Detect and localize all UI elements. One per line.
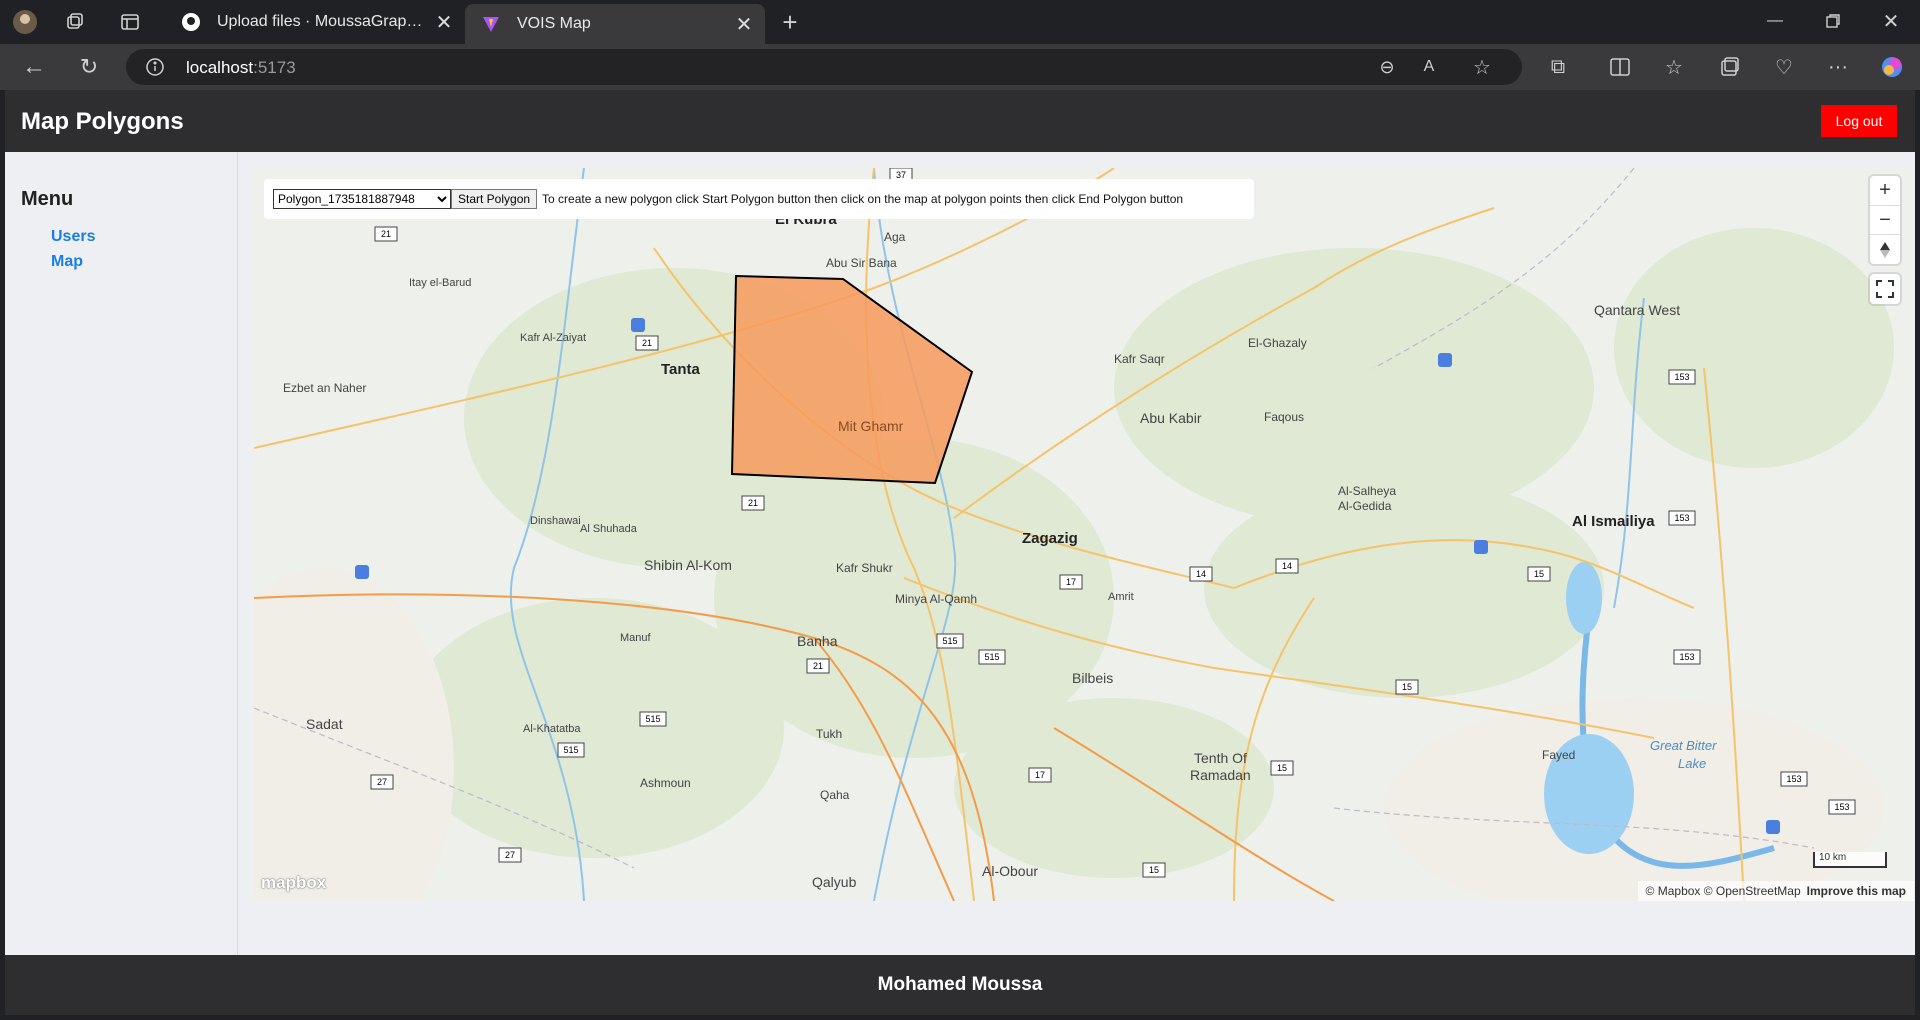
new-tab-icon[interactable]: + xyxy=(775,7,805,37)
workspaces-icon[interactable] xyxy=(62,9,88,35)
place-label: Kafr Shukr xyxy=(836,561,893,575)
tab-vois-map[interactable]: VOIS Map ✕ xyxy=(465,4,765,44)
back-icon[interactable]: ← xyxy=(20,53,48,81)
place-label: Al-Khatatba xyxy=(523,723,581,735)
place-label: Aga xyxy=(884,230,906,244)
close-window-icon[interactable]: ✕ xyxy=(1876,6,1906,36)
read-aloud-icon[interactable]: A xyxy=(1418,56,1440,78)
place-label: Zagazig xyxy=(1022,530,1078,547)
drawn-polygon[interactable] xyxy=(730,274,974,485)
sidebar-item-users[interactable]: Users xyxy=(51,228,95,246)
place-label: Qantara West xyxy=(1594,302,1681,318)
place-label: Qaha xyxy=(820,788,850,802)
place-label: Al-Salheya xyxy=(1338,484,1397,498)
sidebar-item-map[interactable]: Map xyxy=(51,253,83,271)
close-icon[interactable]: ✕ xyxy=(431,9,457,35)
place-label: Manuf xyxy=(620,632,651,644)
compass-button[interactable] xyxy=(1870,235,1900,264)
start-polygon-button[interactable]: Start Polygon xyxy=(451,189,538,209)
place-label: Ashmoun xyxy=(640,776,691,790)
zoom-controls: + − xyxy=(1870,176,1900,264)
place-label: Amrit xyxy=(1108,591,1134,603)
place-label: Qalyub xyxy=(812,874,857,890)
github-icon xyxy=(179,10,203,34)
polygon-instructions: To create a new polygon click Start Poly… xyxy=(542,192,1184,206)
more-options-icon[interactable]: ··· xyxy=(1824,53,1852,81)
place-label: Tukh xyxy=(816,727,843,741)
place-label: Kafr Al-Zaiyat xyxy=(520,332,587,344)
collections-icon[interactable] xyxy=(1716,53,1744,81)
tab-actions-icon[interactable] xyxy=(117,9,143,35)
polygon-control-panel: Polygon_1735181887948 Start Polygon To c… xyxy=(264,179,1254,219)
place-label: Banha xyxy=(797,633,838,649)
attribution-text[interactable]: © Mapbox © OpenStreetMap xyxy=(1646,884,1801,898)
place-label: Al Shuhada xyxy=(580,523,637,535)
place-label: Al-Gedida xyxy=(1338,499,1392,513)
place-label: Tenth Of xyxy=(1194,750,1247,766)
vite-icon xyxy=(479,12,503,36)
tab-upload-files[interactable]: Upload files · MoussaGraphicsPro ✕ xyxy=(165,4,465,40)
restore-icon[interactable] xyxy=(1818,6,1848,36)
footer-author: Mohamed Moussa xyxy=(5,955,1915,1015)
fullscreen-button[interactable] xyxy=(1870,274,1900,304)
place-label: Tanta xyxy=(661,361,700,378)
site-info-icon[interactable] xyxy=(144,56,166,78)
favorite-star-icon[interactable]: ☆ xyxy=(1471,56,1493,79)
place-label: Al Ismailiya xyxy=(1572,513,1655,530)
place-label: Dinshawai xyxy=(530,515,581,527)
page-title: Map Polygons xyxy=(21,108,184,135)
place-label: Bilbeis xyxy=(1072,670,1114,686)
browser-tab-bar: Upload files · MoussaGraphicsPro ✕ VOIS … xyxy=(0,0,1920,44)
profile-avatar-icon[interactable] xyxy=(10,7,40,37)
map-canvas[interactable]: El Kubra Aga Abu Sir Bana Itay el-Barud … xyxy=(254,168,1914,901)
place-label: Ezbet an Naher xyxy=(283,381,367,395)
improve-map-link[interactable]: Improve this map xyxy=(1807,884,1906,898)
map-base-layer xyxy=(254,168,1894,901)
refresh-icon[interactable]: ↻ xyxy=(75,53,103,81)
menu-title: Menu xyxy=(21,188,74,210)
place-label: Abu Kabir xyxy=(1140,410,1202,426)
place-label: Faqous xyxy=(1264,410,1305,424)
water-label: Great Bitter xyxy=(1650,738,1717,753)
zoom-in-button[interactable]: + xyxy=(1870,176,1900,206)
zoom-out-icon[interactable]: ⊖ xyxy=(1376,56,1398,78)
url-text: localhost:5173 xyxy=(186,58,296,77)
place-label: Sadat xyxy=(306,716,343,732)
app-header: Map Polygons Log out xyxy=(5,90,1915,152)
logout-button[interactable]: Log out xyxy=(1821,105,1897,137)
place-label: Fayed xyxy=(1542,748,1576,762)
url-field[interactable]: localhost:5173 ⊖ A ☆ xyxy=(126,49,1522,85)
extensions-icon[interactable]: ⧉ xyxy=(1544,53,1572,81)
favorites-icon[interactable]: ☆ xyxy=(1660,53,1688,81)
split-screen-icon[interactable] xyxy=(1606,53,1634,81)
place-label: Itay el-Barud xyxy=(409,277,472,289)
place-label: Ramadan xyxy=(1190,767,1251,783)
place-label: Minya Al-Qamh xyxy=(895,592,978,606)
place-label: Abu Sir Bana xyxy=(826,256,897,270)
fullscreen-icon xyxy=(1876,280,1894,298)
browser-health-icon[interactable]: ♡ xyxy=(1770,53,1798,81)
address-bar-row: ← ↻ localhost:5173 ⊖ A ☆ ⧉ ☆ ♡ ··· xyxy=(0,44,1920,90)
place-label: Mit Ghamr xyxy=(838,418,904,434)
mapbox-logo[interactable]: mapbox xyxy=(261,873,326,893)
minimize-icon[interactable]: — xyxy=(1760,6,1790,36)
place-label: Al-Obour xyxy=(982,863,1039,879)
place-label: El-Ghazaly xyxy=(1248,336,1307,350)
place-label: Kafr Saqr xyxy=(1114,352,1165,366)
zoom-out-button[interactable]: − xyxy=(1870,206,1900,236)
compass-icon xyxy=(1880,241,1890,258)
copilot-icon[interactable] xyxy=(1878,53,1906,81)
polygon-select[interactable]: Polygon_1735181887948 xyxy=(273,189,451,209)
water-label: Lake xyxy=(1678,756,1707,771)
sidebar: Menu Users Map xyxy=(5,152,238,955)
tab-label: Upload files · MoussaGraphicsPro xyxy=(217,13,431,30)
close-icon[interactable]: ✕ xyxy=(731,11,757,37)
map-attribution: © Mapbox © OpenStreetMap Improve this ma… xyxy=(1637,881,1914,901)
scale-bar: 10 km xyxy=(1813,852,1887,868)
place-label: Shibin Al-Kom xyxy=(644,557,732,573)
tab-label: VOIS Map xyxy=(517,15,591,32)
